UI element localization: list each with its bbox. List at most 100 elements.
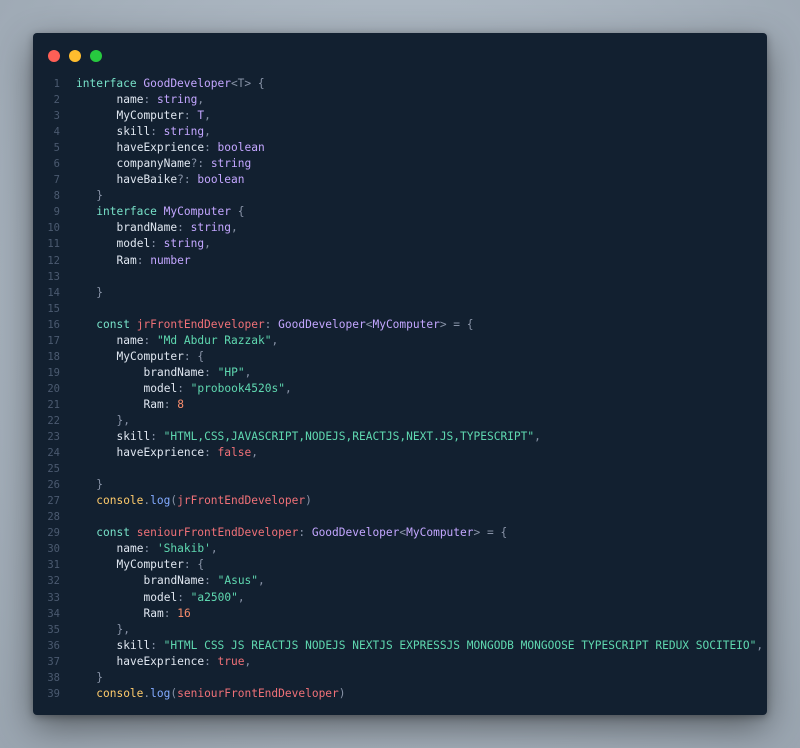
code-token: :	[150, 237, 164, 251]
line-number: 9	[53, 206, 60, 219]
code-token: true	[217, 654, 245, 668]
code-token: brandName	[116, 221, 178, 235]
code-text: name: string,	[117, 92, 205, 108]
code-token: :	[143, 542, 157, 556]
code-line: 31 MyComputer: {	[33, 557, 767, 573]
code-token: "Asus"	[217, 574, 259, 588]
code-line: 3 MyComputer: T,	[33, 108, 767, 124]
code-token: ,	[231, 221, 238, 235]
code-token: MyComputer	[116, 109, 184, 123]
code-text: console.log(jrFrontEndDeveloper)	[96, 493, 312, 509]
code-token: 8	[177, 397, 184, 411]
code-token: companyName	[116, 157, 191, 171]
line-number: 30	[47, 543, 60, 556]
code-token: }	[96, 285, 103, 299]
code-line: 8}	[33, 188, 767, 204]
line-number: 32	[47, 575, 60, 588]
code-token: :	[204, 574, 218, 588]
code-token: ,	[197, 93, 205, 107]
code-token: :	[143, 333, 157, 347]
code-token: 16	[177, 606, 191, 620]
code-text: Ram: 16	[144, 606, 191, 622]
code-token: GoodDeveloper	[278, 317, 366, 331]
code-token: interface	[96, 205, 157, 219]
line-number: 29	[47, 527, 60, 540]
code-token: )	[305, 494, 312, 508]
code-token: ,	[244, 365, 252, 379]
code-token: ,	[204, 125, 211, 139]
code-token: :	[177, 590, 191, 604]
line-number: 37	[47, 655, 60, 668]
code-line: 25	[33, 461, 767, 477]
code-token: model	[116, 237, 151, 251]
code-line: 18 MyComputer: {	[33, 349, 767, 365]
code-line: 33 model: "a2500",	[33, 590, 767, 606]
code-token: interface	[76, 77, 137, 90]
code-token: GoodDeveloper	[311, 526, 400, 540]
line-number: 2	[53, 94, 60, 107]
code-line: 32 brandName: "Asus",	[33, 573, 767, 589]
code-token: :	[150, 430, 164, 444]
maximize-dot-icon[interactable]	[90, 50, 102, 62]
code-line: 26}	[33, 477, 767, 493]
code-token: haveBaike	[116, 173, 178, 187]
code-token: ,	[284, 381, 292, 395]
close-dot-icon[interactable]	[48, 50, 60, 62]
code-token: :	[150, 125, 164, 139]
code-line: 10 brandName: string,	[33, 220, 767, 236]
line-number: 15	[47, 302, 60, 315]
code-token: skill	[116, 638, 151, 652]
code-line: 1 interface GoodDeveloper<T> {	[33, 76, 767, 92]
code-token: console	[96, 686, 144, 700]
code-token: > = {	[439, 317, 474, 331]
code-token: :	[143, 93, 157, 107]
code-text: model: "probook4520s",	[144, 381, 292, 397]
line-number: 1	[53, 78, 60, 90]
code-token: {	[257, 77, 265, 90]
code-token: seniourFrontEndDeveloper	[177, 686, 339, 700]
line-number: 10	[47, 222, 60, 235]
code-token: skill	[116, 125, 151, 139]
code-line: 39 console.log(seniourFrontEndDeveloper)	[33, 686, 767, 702]
line-number: 35	[47, 623, 60, 636]
code-token: number	[150, 253, 191, 267]
code-token: > = {	[473, 526, 508, 540]
code-text: MyComputer: T,	[117, 108, 211, 124]
line-number: 39	[47, 687, 60, 700]
code-line: 2 name: string,	[33, 92, 767, 108]
code-line: 5 haveExprience: boolean	[33, 140, 767, 156]
code-text: haveExprience: boolean	[117, 140, 265, 156]
code-token: :	[163, 606, 178, 620]
code-token: haveExprience	[116, 446, 205, 460]
code-line: 23 skill: "HTML,CSS,JAVASCRIPT,NODEJS,REA…	[33, 429, 767, 445]
code-token: : {	[183, 558, 205, 572]
code-line: 7 haveBaike?: boolean	[33, 172, 767, 188]
code-token: :	[204, 654, 218, 668]
code-text: brandName: "Asus",	[144, 573, 265, 589]
code-text: Ram: 8	[144, 397, 184, 413]
code-token: name	[116, 333, 144, 347]
code-line: 30 name: 'Shakib',	[33, 541, 767, 557]
code-text: console.log(seniourFrontEndDeveloper)	[96, 686, 345, 702]
code-token: }	[96, 189, 103, 203]
code-token: :	[177, 221, 191, 235]
code-line: 35},	[33, 622, 767, 638]
code-text: },	[117, 413, 130, 429]
code-token: ,	[534, 430, 541, 444]
code-line: 11 model: string,	[33, 236, 767, 252]
code-line: 37 haveExprience: true,	[33, 654, 767, 670]
code-token: false	[217, 446, 252, 460]
code-token: ,	[271, 333, 279, 347]
code-token: :	[264, 317, 279, 331]
minimize-dot-icon[interactable]	[69, 50, 81, 62]
code-token: log	[150, 686, 171, 700]
line-number: 36	[47, 639, 60, 652]
code-token: :	[204, 446, 218, 460]
code-token: MyComputer	[116, 558, 184, 572]
code-text: }	[96, 188, 103, 204]
code-token: <T>	[230, 77, 252, 90]
line-number: 18	[47, 350, 60, 363]
